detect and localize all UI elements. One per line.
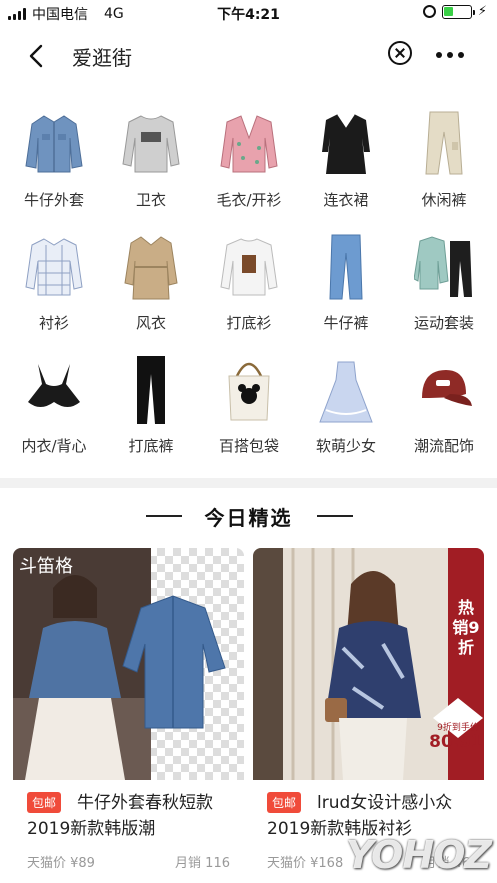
category-casual-pants[interactable]: 休闲裤 — [399, 100, 489, 220]
free-shipping-badge: 包邮 — [27, 792, 62, 813]
lolita-dress-icon — [319, 361, 373, 423]
product-card[interactable]: 斗笛格 牛仔外套春秋短款2019新款韩版潮 包邮 天猫价 ¥89 月销 116 — [13, 548, 244, 883]
category-denim-jacket[interactable]: 牛仔外套 — [9, 100, 99, 220]
category-label: 潮流配饰 — [413, 437, 474, 455]
tshirt-icon — [220, 238, 278, 296]
promo-banner: 热销9折 — [452, 598, 480, 657]
category-label: 连衣裙 — [323, 191, 369, 209]
product-image: 斗笛格 — [13, 548, 244, 780]
category-leggings[interactable]: 打底裤 — [106, 346, 196, 466]
more-dots-icon[interactable] — [436, 52, 464, 58]
category-sweet-girl[interactable]: 软萌少女 — [301, 346, 391, 466]
product-image: 热销9折 9折到手价 80.91 — [253, 548, 484, 780]
category-label: 牛仔外套 — [23, 191, 84, 209]
category-label: 内衣/背心 — [21, 437, 87, 455]
trench-coat-icon — [124, 236, 178, 300]
category-bags[interactable]: 百搭包袋 — [204, 346, 294, 466]
category-underwear[interactable]: 内衣/背心 — [9, 346, 99, 466]
charging-icon: ⚡ — [477, 4, 487, 19]
category-trench[interactable]: 风衣 — [106, 223, 196, 343]
close-circle-icon[interactable] — [388, 41, 412, 65]
category-dress[interactable]: 连衣裙 — [301, 100, 391, 220]
cap-icon — [422, 370, 472, 406]
denim-jacket-icon — [25, 115, 83, 173]
dress-icon — [322, 113, 370, 174]
plaid-shirt-icon — [25, 238, 83, 296]
category-label: 软萌少女 — [315, 437, 376, 455]
chevron-left-icon[interactable] — [24, 42, 52, 70]
product-price: 天猫价 ¥168 — [267, 856, 344, 871]
tracksuit-icon — [414, 236, 472, 297]
category-label: 休闲裤 — [421, 191, 467, 209]
product-sales: 月销 116 — [175, 856, 230, 871]
category-jeans[interactable]: 牛仔裤 — [301, 223, 391, 343]
category-label: 打底裤 — [128, 437, 174, 455]
promo-price: 80.91 — [429, 732, 483, 752]
category-shirt[interactable]: 衬衫 — [9, 223, 99, 343]
nav-bar: 爱逛街 — [0, 30, 497, 82]
section-header: 今日精选 — [0, 496, 497, 536]
category-label: 运动套装 — [413, 314, 474, 332]
product-price: 天猫价 ¥89 — [27, 856, 95, 871]
watermark-logo: YOHOZ — [345, 833, 492, 877]
section-divider — [0, 478, 497, 488]
category-label: 打底衫 — [226, 314, 272, 332]
category-hoodie[interactable]: 卫衣 — [106, 100, 196, 220]
section-title: 今日精选 — [204, 506, 293, 530]
bra-icon — [28, 364, 80, 407]
status-bar: 中国电信 4G 下午4:21 ⚡ — [0, 0, 497, 26]
leggings-icon — [137, 356, 165, 424]
jeans-icon — [329, 234, 363, 300]
category-sweater[interactable]: 毛衣/开衫 — [204, 100, 294, 220]
sweatshirt-icon — [122, 115, 180, 173]
tote-bag-icon — [228, 362, 270, 421]
battery-icon — [441, 4, 475, 19]
rotation-lock-icon — [422, 5, 436, 18]
category-sport-set[interactable]: 运动套装 — [399, 223, 489, 343]
category-label: 毛衣/开衫 — [216, 191, 282, 209]
category-label: 卫衣 — [135, 191, 166, 209]
category-accessories[interactable]: 潮流配饰 — [399, 346, 489, 466]
category-label: 风衣 — [135, 314, 166, 332]
category-base-shirt[interactable]: 打底衫 — [204, 223, 294, 343]
cardigan-icon — [220, 115, 278, 173]
category-label: 百搭包袋 — [218, 437, 279, 455]
category-label: 衬衫 — [38, 314, 69, 332]
category-label: 牛仔裤 — [323, 314, 369, 332]
pants-icon — [425, 111, 463, 175]
brand-overlay: 斗笛格 — [19, 556, 73, 577]
page-title: 爱逛街 — [72, 46, 132, 70]
divider-line — [317, 515, 353, 517]
free-shipping-badge: 包邮 — [267, 792, 302, 813]
